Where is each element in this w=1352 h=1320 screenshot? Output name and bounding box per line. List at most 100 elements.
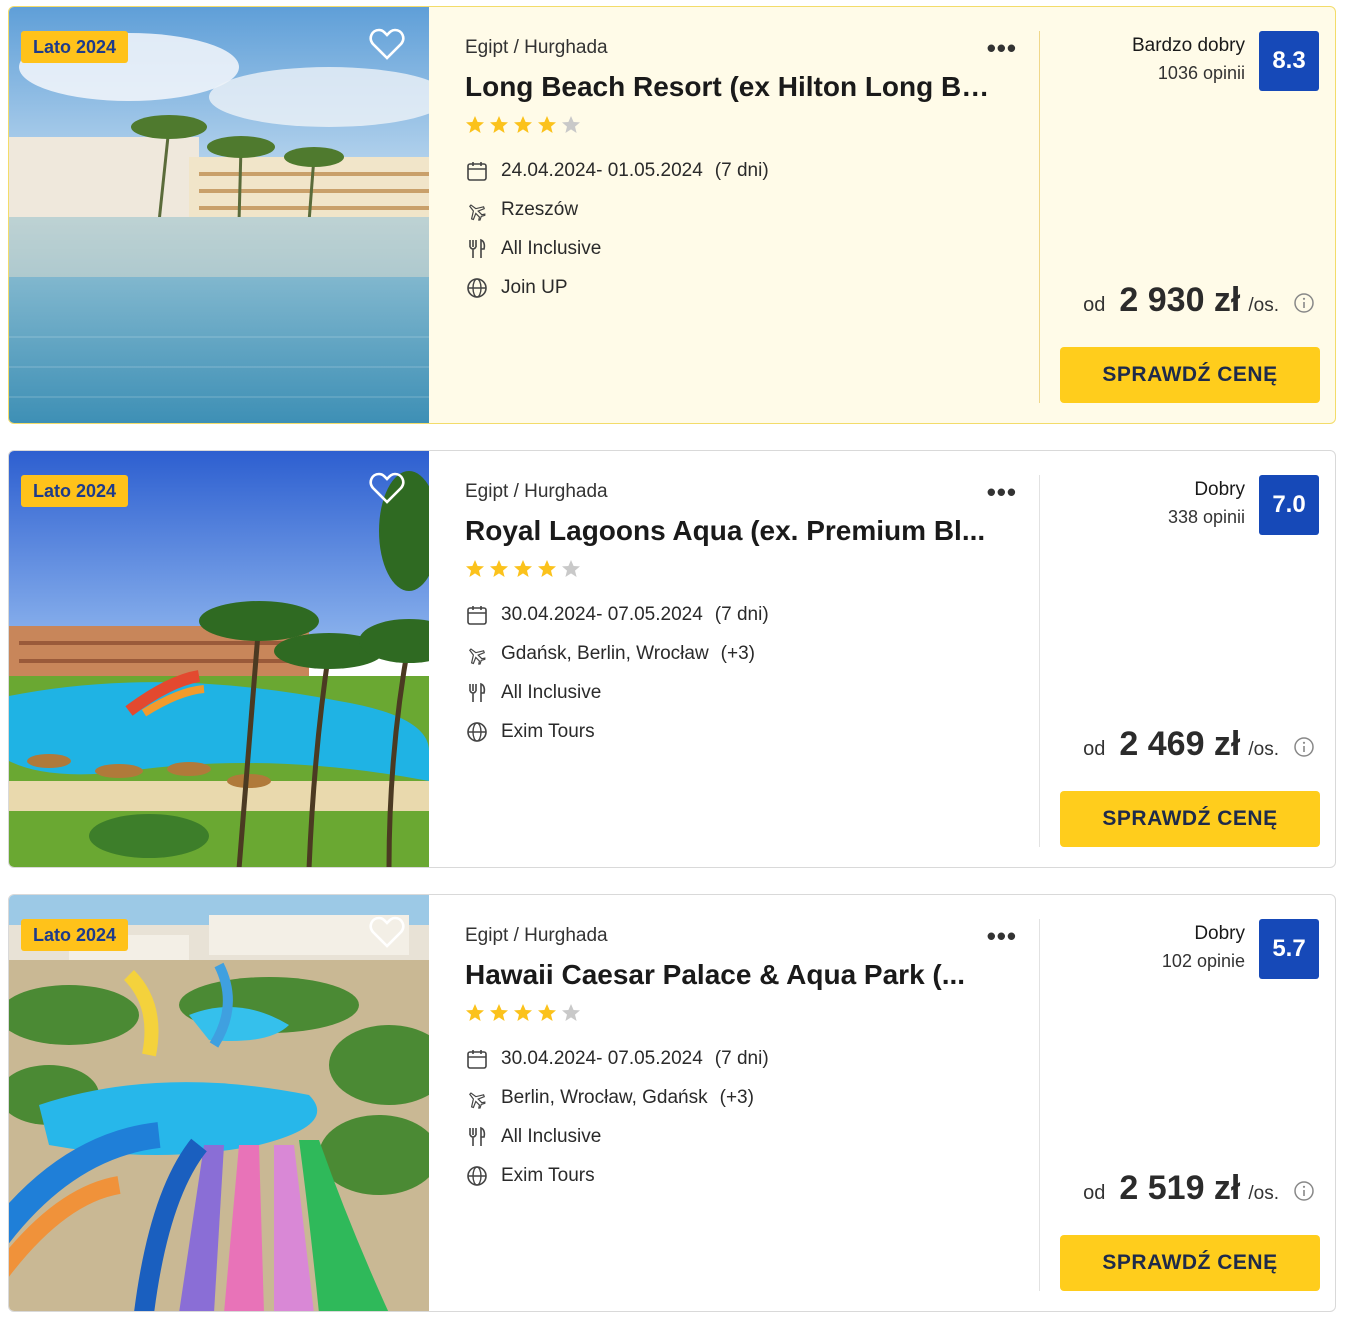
duration-text: (7 dni) — [714, 1048, 769, 1069]
heart-icon[interactable] — [369, 27, 405, 61]
tour-operator: Exim Tours — [465, 1162, 595, 1190]
rating-score: 5.7 — [1259, 919, 1319, 979]
departure-extra[interactable]: (+3) — [721, 643, 755, 665]
price-prefix: od — [1083, 738, 1106, 760]
review-count[interactable]: 338 opinii — [1168, 507, 1245, 528]
check-price-button[interactable]: SPRAWDŹ CENĘ — [1060, 347, 1320, 403]
offer-card[interactable]: Lato 2024 Egipt / Hurghada ••• Royal Lag… — [8, 450, 1336, 868]
price-prefix: od — [1083, 1182, 1106, 1204]
rating-label: Dobry — [1194, 479, 1245, 500]
more-dots-icon[interactable]: ••• — [987, 477, 1017, 508]
price-unit: /os. — [1248, 295, 1279, 316]
duration-text: (7 dni) — [714, 160, 769, 181]
rating-score: 7.0 — [1259, 475, 1319, 535]
star-icon — [466, 116, 484, 133]
rating-label: Bardzo dobry — [1131, 35, 1245, 56]
star-icon — [514, 560, 532, 577]
offer-card[interactable]: Lato 2024 Egipt / Hurghada ••• Hawaii Ca… — [8, 894, 1336, 1312]
hotel-title[interactable]: Hawaii Caesar Palace & Aqua Park (... — [465, 959, 995, 991]
globe-icon — [467, 722, 487, 742]
offer-list: Lato 2024 Egipt / Hurghada ••• Long Beac… — [0, 0, 1352, 1320]
star-icon — [514, 1004, 532, 1021]
operator-text: Exim Tours — [501, 721, 595, 742]
review-count[interactable]: 102 opinie — [1162, 951, 1245, 972]
location-breadcrumb[interactable]: Egipt / Hurghada — [465, 481, 608, 503]
board-type: All Inclusive — [465, 679, 601, 707]
location-breadcrumb[interactable]: Egipt / Hurghada — [465, 925, 608, 947]
departure: Berlin, Wrocław, Gdańsk (+3) — [465, 1084, 754, 1112]
date-range: 30.04.2024- 07.05.2024 (7 dni) — [465, 1045, 769, 1073]
price-block: od 2 930 zł /os. — [1083, 281, 1315, 325]
review-count[interactable]: 1036 opinii — [1158, 63, 1245, 84]
star-icon — [538, 560, 556, 577]
globe-icon — [467, 1166, 487, 1186]
star-icon — [538, 116, 556, 133]
board-text: All Inclusive — [501, 1126, 602, 1147]
price-block: od 2 469 zł /os. — [1083, 725, 1315, 769]
calendar-icon — [467, 1050, 487, 1069]
season-badge: Lato 2024 — [21, 919, 129, 951]
season-badge: Lato 2024 — [21, 475, 129, 507]
rating-label: Dobry — [1194, 923, 1245, 944]
date-text: 30.04.2024- 07.05.2024 — [501, 1048, 703, 1069]
departure-text: Gdańsk, Berlin, Wrocław — [501, 643, 709, 664]
star-rating — [465, 115, 585, 137]
check-price-button[interactable]: SPRAWDŹ CENĘ — [1060, 791, 1320, 847]
plane-icon — [469, 648, 486, 665]
departure-text: Rzeszów — [501, 199, 579, 220]
star-icon — [562, 560, 580, 577]
rating-score: 8.3 — [1259, 31, 1319, 91]
plane-icon — [469, 1092, 486, 1109]
departure-text: Berlin, Wrocław, Gdańsk — [501, 1087, 708, 1108]
star-icon — [466, 560, 484, 577]
star-icon — [514, 116, 532, 133]
price-unit: /os. — [1248, 739, 1279, 760]
date-text: 30.04.2024- 07.05.2024 — [501, 604, 703, 625]
star-rating — [465, 559, 585, 581]
date-text: 24.04.2024- 01.05.2024 — [501, 160, 703, 181]
tour-operator: Exim Tours — [465, 718, 595, 746]
price-block: od 2 519 zł /os. — [1083, 1169, 1315, 1213]
star-icon — [490, 116, 508, 133]
duration-text: (7 dni) — [714, 604, 769, 625]
location-breadcrumb[interactable]: Egipt / Hurghada — [465, 37, 608, 59]
star-icon — [562, 1004, 580, 1021]
hotel-photo[interactable]: Lato 2024 — [9, 895, 429, 1311]
hotel-title[interactable]: Royal Lagoons Aqua (ex. Premium Bl... — [465, 515, 995, 547]
departure: Gdańsk, Berlin, Wrocław (+3) — [465, 640, 755, 668]
info-icon[interactable] — [1293, 736, 1315, 758]
check-price-button[interactable]: SPRAWDŹ CENĘ — [1060, 1235, 1320, 1291]
calendar-icon — [467, 606, 487, 625]
star-icon — [562, 116, 580, 133]
info-icon[interactable] — [1293, 292, 1315, 314]
info-icon[interactable] — [1293, 1180, 1315, 1202]
more-dots-icon[interactable]: ••• — [987, 33, 1017, 64]
hotel-title[interactable]: Long Beach Resort (ex Hilton Long Be... — [465, 71, 995, 103]
price-amount: 2 469 zł — [1119, 725, 1241, 763]
departure: Rzeszów — [465, 196, 590, 224]
cutlery-icon — [469, 1126, 486, 1146]
season-badge: Lato 2024 — [21, 31, 129, 63]
cutlery-icon — [469, 682, 486, 702]
price-amount: 2 930 zł — [1119, 281, 1241, 319]
star-icon — [466, 1004, 484, 1021]
more-dots-icon[interactable]: ••• — [987, 921, 1017, 952]
date-range: 24.04.2024- 01.05.2024 (7 dni) — [465, 157, 769, 185]
board-text: All Inclusive — [501, 238, 602, 259]
hotel-photo[interactable]: Lato 2024 — [9, 7, 429, 423]
operator-text: Join UP — [501, 277, 568, 298]
offer-card[interactable]: Lato 2024 Egipt / Hurghada ••• Long Beac… — [8, 6, 1336, 424]
plane-icon — [469, 204, 486, 221]
board-type: All Inclusive — [465, 1123, 601, 1151]
globe-icon — [467, 278, 487, 298]
tour-operator: Join UP — [465, 274, 568, 302]
star-icon — [490, 560, 508, 577]
price-prefix: od — [1083, 294, 1106, 316]
heart-icon[interactable] — [369, 915, 405, 949]
heart-icon[interactable] — [369, 471, 405, 505]
operator-text: Exim Tours — [501, 1165, 595, 1186]
departure-extra[interactable]: (+3) — [720, 1087, 754, 1109]
hotel-photo[interactable]: Lato 2024 — [9, 451, 429, 867]
cutlery-icon — [469, 238, 486, 258]
price-unit: /os. — [1248, 1183, 1279, 1204]
